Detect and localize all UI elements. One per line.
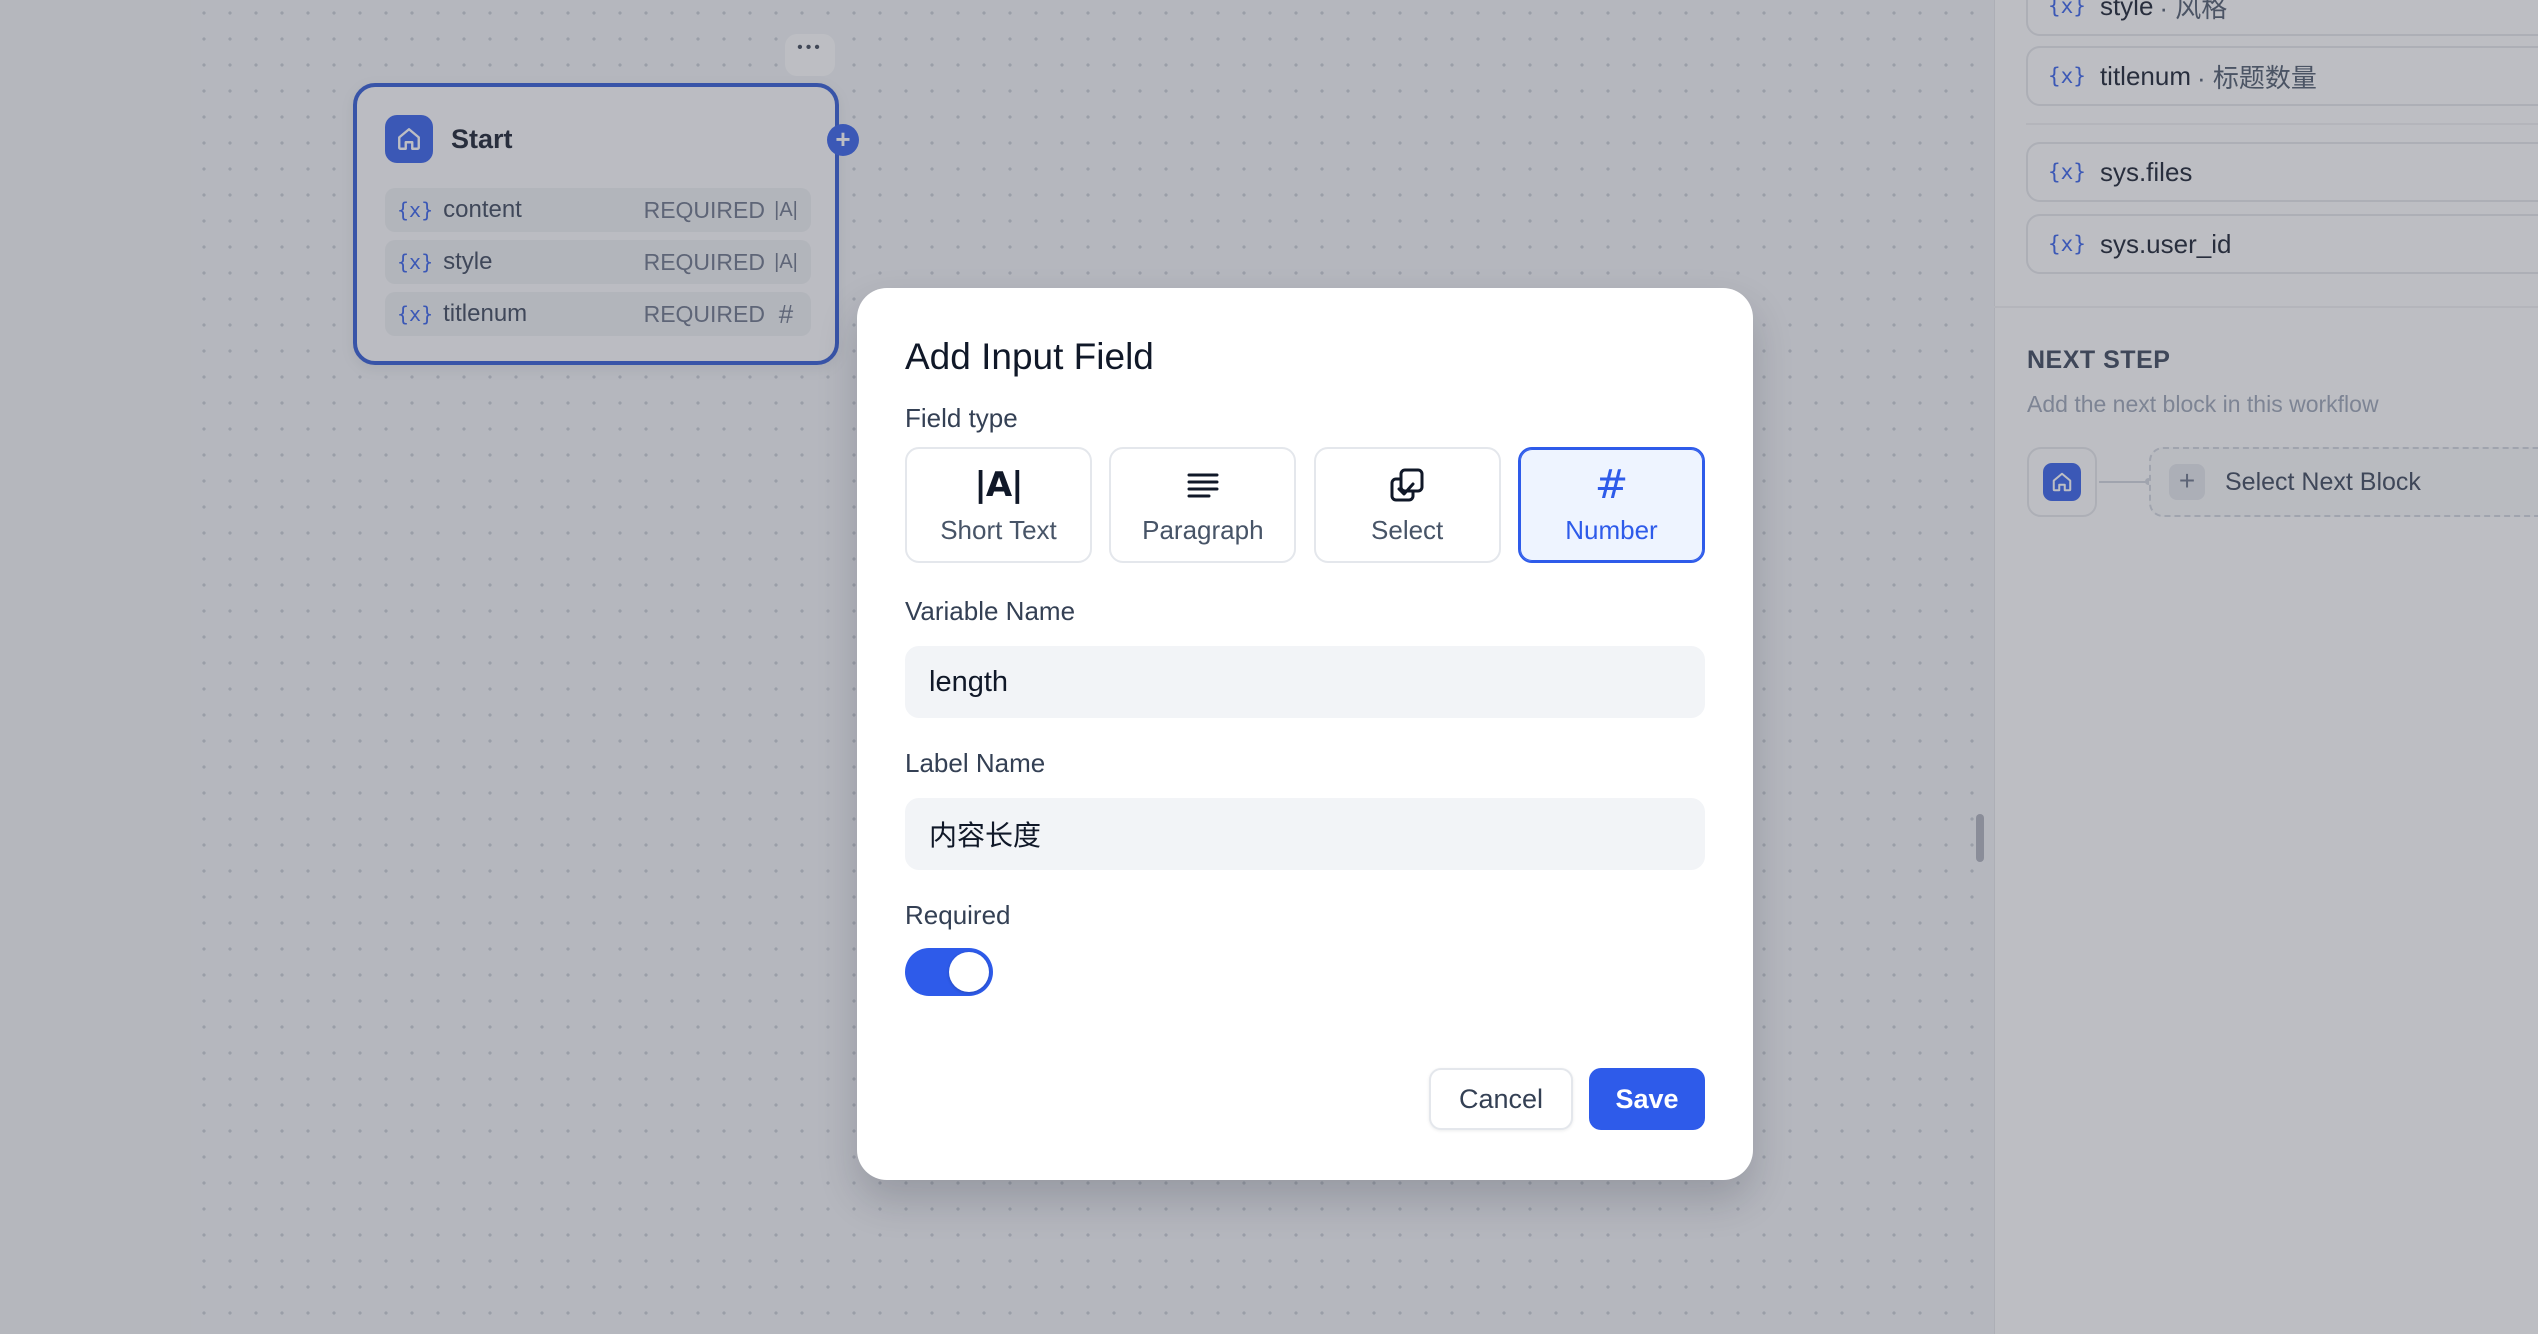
field-type-label: Select bbox=[1371, 514, 1444, 545]
field-type-options: |A| Short Text Paragraph Select # Number bbox=[905, 447, 1705, 563]
label-name-input[interactable] bbox=[905, 798, 1705, 870]
variable-name-input[interactable] bbox=[905, 646, 1705, 718]
field-type-paragraph[interactable]: Paragraph bbox=[1109, 447, 1297, 563]
number-glyph: # bbox=[1594, 461, 1629, 508]
save-button[interactable]: Save bbox=[1589, 1068, 1705, 1130]
field-type-select[interactable]: Select bbox=[1313, 447, 1501, 563]
field-type-label: Number bbox=[1565, 514, 1658, 545]
short-text-glyph: |A| bbox=[974, 464, 1023, 505]
required-toggle[interactable] bbox=[905, 948, 993, 996]
number-icon: # bbox=[1594, 461, 1629, 508]
paragraph-icon bbox=[1186, 465, 1220, 505]
cancel-button[interactable]: Cancel bbox=[1429, 1068, 1573, 1130]
field-type-label: Short Text bbox=[940, 514, 1057, 545]
select-icon bbox=[1389, 465, 1425, 505]
field-type-number[interactable]: # Number bbox=[1517, 447, 1705, 563]
label-name-label: Label Name bbox=[905, 748, 1046, 778]
panel-resize-handle[interactable] bbox=[1976, 814, 1984, 862]
field-type-label: Field type bbox=[905, 403, 1018, 433]
variable-name-label: Variable Name bbox=[905, 596, 1076, 626]
dialog-title: Add Input Field bbox=[905, 336, 1154, 377]
toggle-knob bbox=[949, 952, 989, 992]
short-text-icon: |A| bbox=[974, 464, 1023, 505]
field-type-label: Paragraph bbox=[1142, 514, 1264, 545]
field-type-short-text[interactable]: |A| Short Text bbox=[905, 447, 1092, 563]
required-label: Required bbox=[905, 900, 1011, 930]
add-input-field-dialog: Add Input Field Field type |A| Short Tex… bbox=[857, 288, 1753, 1180]
